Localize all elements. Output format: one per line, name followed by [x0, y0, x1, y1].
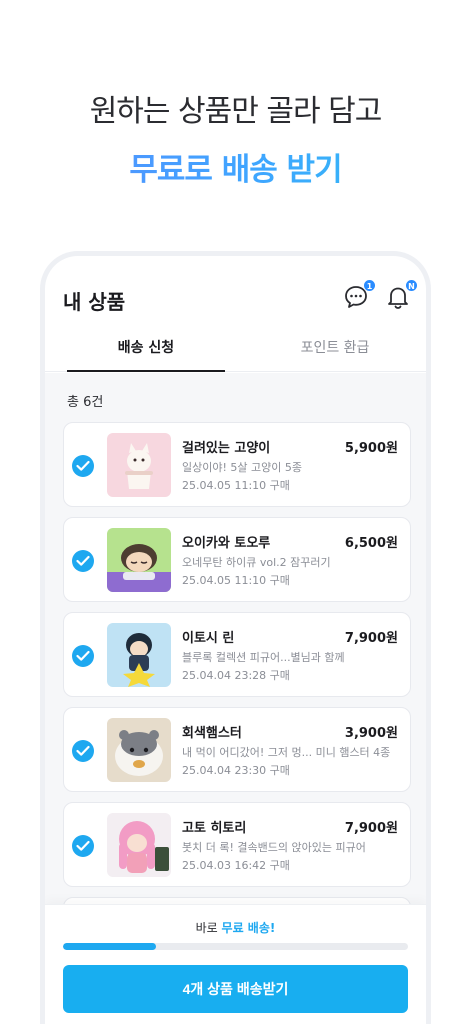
star-figure-icon — [107, 623, 171, 687]
check-icon — [76, 745, 90, 756]
item-checkbox[interactable] — [72, 835, 94, 857]
product-thumbnail — [107, 718, 171, 782]
check-icon — [76, 650, 90, 661]
total-count: 총 6건 — [67, 395, 104, 410]
product-price: 7,900원 — [344, 631, 398, 646]
promo-headline: 원하는 상품만 골라 담고 무료로 배송 받기 — [0, 86, 471, 189]
product-name: 고토 히토리 — [182, 821, 247, 836]
product-thumbnail — [107, 813, 171, 877]
check-icon — [76, 555, 90, 566]
headline-line-2: 무료로 배송 받기 — [0, 144, 471, 189]
hamster-figure-icon — [107, 718, 171, 782]
bottom-action-bar: 바로 무료 배송! 4개 상품 배송받기 — [45, 904, 426, 1024]
item-checkbox[interactable] — [72, 740, 94, 762]
promo-prefix: 바로 — [195, 921, 222, 935]
product-price: 7,900원 — [344, 821, 398, 836]
purchase-date: 25.04.05 11:10 구매 — [182, 479, 290, 492]
product-thumbnail — [107, 433, 171, 497]
product-description: 블루록 컬렉션 피규어...별님과 함께 — [182, 651, 345, 664]
purchase-date: 25.04.05 11:10 구매 — [182, 574, 290, 587]
shipping-progress-fill — [63, 943, 157, 950]
pink-hair-figure-icon — [107, 813, 171, 877]
cat-figure-icon — [107, 433, 171, 497]
check-icon — [76, 840, 90, 851]
product-price: 6,500원 — [344, 536, 398, 551]
product-description: 봇치 더 록! 결속밴드의 앉아있는 피규어 — [182, 841, 366, 854]
product-description: 내 먹이 어디갔어! 그저 멍... 미니 햄스터 4종 — [182, 746, 391, 759]
list-item[interactable]: 오이카와 토오루 6,500원 오네무탄 하이큐 vol.2 잠꾸러기 25.0… — [63, 517, 411, 602]
notification-badge: N — [405, 279, 418, 292]
chat-badge: 1 — [363, 279, 376, 292]
product-name: 오이카와 토오루 — [182, 536, 271, 551]
product-description: 일상이야! 5살 고양이 5종 — [182, 461, 302, 474]
tab-bar: 배송 신청 포인트 환급 — [45, 328, 426, 372]
product-name: 이토시 린 — [182, 631, 235, 646]
product-name: 회색햄스터 — [182, 726, 242, 741]
notification-button[interactable]: N — [385, 279, 418, 312]
item-checkbox[interactable] — [72, 455, 94, 477]
purchase-date: 25.04.04 23:30 구매 — [182, 764, 290, 777]
list-item[interactable]: 고토 히토리 7,900원 봇치 더 록! 결속밴드의 앉아있는 피규어 25.… — [63, 802, 411, 887]
headline-line-1: 원하는 상품만 골라 담고 — [89, 94, 383, 129]
product-name: 걸려있는 고양이 — [182, 441, 271, 456]
promo-highlight: 무료 배송! — [221, 921, 276, 935]
tab-delivery-request[interactable]: 배송 신청 — [67, 328, 225, 372]
request-delivery-button[interactable]: 4개 상품 배송받기 — [63, 965, 408, 1013]
item-checkbox[interactable] — [72, 550, 94, 572]
page-title: 내 상품 — [63, 290, 126, 314]
list-item[interactable]: 회색햄스터 3,900원 내 먹이 어디갔어! 그저 멍... 미니 햄스터 4… — [63, 707, 411, 792]
list-item[interactable]: 걸려있는 고양이 5,900원 일상이야! 5살 고양이 5종 25.04.05… — [63, 422, 411, 507]
purchase-date: 25.04.04 23:28 구매 — [182, 669, 290, 682]
phone-frame: 내 상품 1 N 배송 신청 포인트 환급 총 6건 걸려있는 고양이 5,90… — [40, 251, 431, 1024]
sleeping-figure-icon — [107, 528, 171, 592]
check-icon — [76, 460, 90, 471]
shipping-progress-bar — [63, 943, 408, 950]
item-checkbox[interactable] — [72, 645, 94, 667]
purchase-date: 25.04.03 16:42 구매 — [182, 859, 290, 872]
list-item[interactable]: 이토시 린 7,900원 블루록 컬렉션 피규어...별님과 함께 25.04.… — [63, 612, 411, 697]
chat-button[interactable]: 1 — [343, 279, 376, 312]
product-thumbnail — [107, 528, 171, 592]
product-description: 오네무탄 하이큐 vol.2 잠꾸러기 — [182, 556, 331, 569]
product-price: 3,900원 — [344, 726, 398, 741]
product-price: 5,900원 — [344, 441, 398, 456]
tab-point-refund[interactable]: 포인트 환급 — [245, 328, 425, 372]
product-thumbnail — [107, 623, 171, 687]
free-shipping-message: 바로 무료 배송! — [45, 919, 426, 936]
